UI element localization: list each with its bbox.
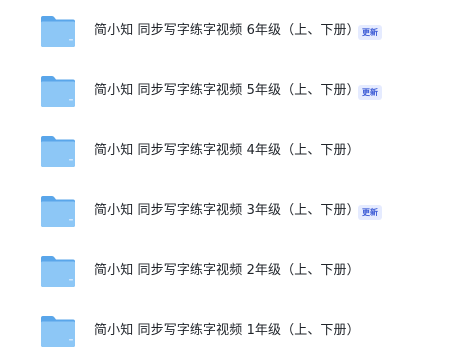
folder-icon: [40, 315, 76, 348]
folder-name: 简小知 同步写字练字视频 1年级（上、下册）: [94, 323, 360, 338]
folder-row-grade-3[interactable]: 简小知 同步写字练字视频 3年级（上、下册） 更新: [0, 180, 468, 240]
folder-name: 简小知 同步写字练字视频 5年级（上、下册）: [94, 83, 360, 98]
folder-name: 简小知 同步写字练字视频 2年级（上、下册）: [94, 263, 360, 278]
folder-row-grade-2[interactable]: 简小知 同步写字练字视频 2年级（上、下册）: [0, 240, 468, 300]
folder-name: 简小知 同步写字练字视频 6年级（上、下册）: [94, 23, 360, 38]
folder-name: 简小知 同步写字练字视频 4年级（上、下册）: [94, 143, 360, 158]
update-badge: 更新: [358, 25, 382, 40]
update-badge: 更新: [358, 85, 382, 100]
folder-name: 简小知 同步写字练字视频 3年级（上、下册）: [94, 203, 360, 218]
folder-row-grade-5[interactable]: 简小知 同步写字练字视频 5年级（上、下册） 更新: [0, 60, 468, 120]
folder-row-grade-6[interactable]: 简小知 同步写字练字视频 6年级（上、下册） 更新: [0, 0, 468, 60]
folder-icon: [40, 15, 76, 48]
folder-icon: [40, 135, 76, 168]
folder-row-grade-1[interactable]: 简小知 同步写字练字视频 1年级（上、下册）: [0, 300, 468, 360]
folder-icon: [40, 75, 76, 108]
folder-icon: [40, 255, 76, 288]
folder-row-grade-4[interactable]: 简小知 同步写字练字视频 4年级（上、下册）: [0, 120, 468, 180]
update-badge: 更新: [358, 205, 382, 220]
folder-icon: [40, 195, 76, 228]
